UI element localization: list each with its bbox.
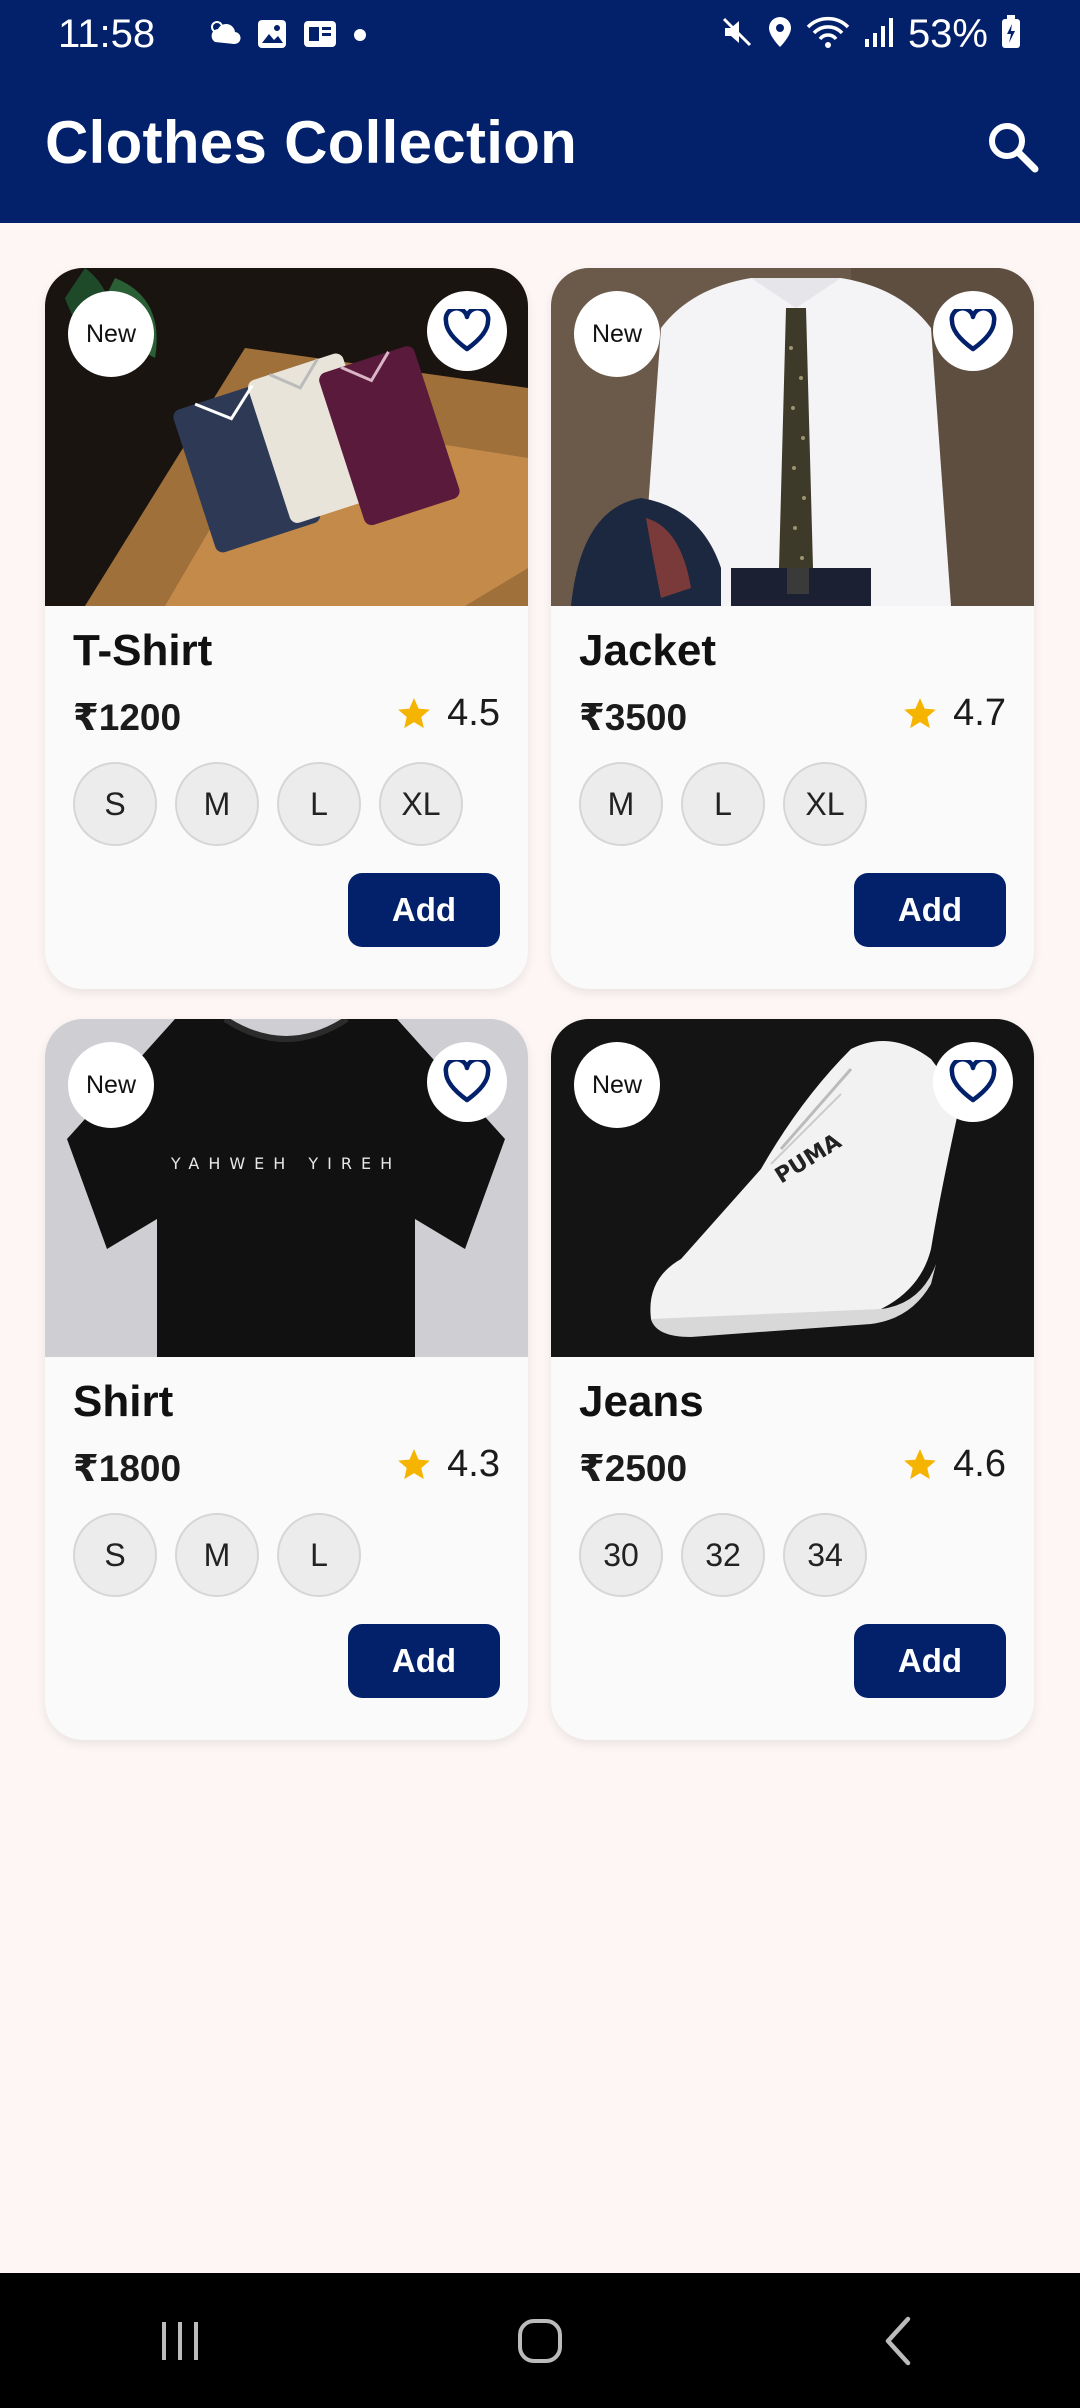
- new-badge: New: [68, 291, 154, 377]
- product-price: ₹3500: [579, 697, 688, 738]
- home-button[interactable]: [480, 2291, 600, 2391]
- search-button[interactable]: [978, 112, 1048, 182]
- favorite-button[interactable]: [933, 1042, 1013, 1122]
- size-chip[interactable]: 32: [681, 1513, 765, 1597]
- heart-icon: [949, 309, 997, 352]
- shirt-print-text: YAHWEH YIREH: [170, 1154, 401, 1173]
- product-price: ₹1800: [73, 1448, 182, 1489]
- product-name: Jeans: [579, 1377, 704, 1426]
- product-image: New: [551, 268, 1034, 606]
- product-image: New: [45, 268, 528, 606]
- wifi-icon: [806, 15, 850, 54]
- size-chip[interactable]: S: [73, 1513, 157, 1597]
- product-rating: 4.6: [901, 1443, 1006, 1486]
- rating-value: 4.7: [953, 692, 1006, 734]
- add-button[interactable]: Add: [348, 1624, 500, 1698]
- signal-icon: [862, 15, 896, 54]
- size-chip[interactable]: S: [73, 762, 157, 846]
- mute-icon: [720, 15, 754, 54]
- dot-icon: [352, 18, 368, 55]
- product-name: Shirt: [73, 1377, 174, 1426]
- size-options: M L XL: [579, 762, 867, 846]
- product-name: T-Shirt: [73, 626, 213, 675]
- product-price: ₹2500: [579, 1448, 688, 1489]
- product-name: Jacket: [579, 626, 717, 675]
- size-chip[interactable]: L: [681, 762, 765, 846]
- gallery-icon: [256, 18, 288, 55]
- product-rating: 4.7: [901, 692, 1006, 735]
- new-badge: New: [574, 291, 660, 377]
- add-button[interactable]: Add: [348, 873, 500, 947]
- new-badge: New: [68, 1042, 154, 1128]
- rating-value: 4.5: [447, 692, 500, 734]
- product-card[interactable]: New Jacket ₹3500 4.7 M L XL Add: [551, 268, 1034, 989]
- size-options: S M L: [73, 1513, 361, 1597]
- heart-icon: [443, 1060, 491, 1103]
- recents-button[interactable]: [120, 2291, 240, 2391]
- size-chip[interactable]: L: [277, 762, 361, 846]
- star-icon: [904, 697, 937, 728]
- size-chip[interactable]: M: [175, 762, 259, 846]
- star-icon: [904, 1448, 937, 1479]
- back-icon: [885, 2316, 911, 2365]
- add-button[interactable]: Add: [854, 873, 1006, 947]
- status-bar: 11:58 53%: [0, 0, 1080, 72]
- rating-value: 4.3: [447, 1443, 500, 1485]
- star-icon: [398, 1448, 431, 1479]
- product-price: ₹1200: [73, 697, 182, 738]
- size-chip[interactable]: L: [277, 1513, 361, 1597]
- size-chip[interactable]: XL: [783, 762, 867, 846]
- product-image: YAHWEH YIREH New: [45, 1019, 528, 1357]
- location-icon: [766, 15, 794, 54]
- home-icon: [518, 2318, 562, 2363]
- status-time: 11:58: [58, 12, 156, 56]
- size-options: 30 32 34: [579, 1513, 867, 1597]
- size-chip[interactable]: M: [579, 762, 663, 846]
- battery-percent: 53%: [907, 12, 988, 56]
- app-header: 11:58 53% Clothes Collection: [0, 0, 1080, 223]
- favorite-button[interactable]: [427, 1042, 507, 1122]
- weather-icon: [206, 18, 242, 55]
- new-badge: New: [574, 1042, 660, 1128]
- system-nav-bar: [0, 2273, 1080, 2408]
- add-button[interactable]: Add: [854, 1624, 1006, 1698]
- product-card[interactable]: YAHWEH YIREH New Shirt ₹1800 4.3 S M L A…: [45, 1019, 528, 1740]
- favorite-button[interactable]: [427, 291, 507, 371]
- heart-icon: [949, 1060, 997, 1103]
- product-grid: New T-Shirt ₹1200 4.5 S M L XL Add New J…: [45, 268, 1035, 1740]
- size-options: S M L XL: [73, 762, 463, 846]
- search-icon: [989, 123, 1039, 173]
- size-chip[interactable]: 30: [579, 1513, 663, 1597]
- recents-icon: [162, 2321, 198, 2360]
- page-title: Clothes Collection: [45, 109, 578, 176]
- rating-value: 4.6: [953, 1443, 1006, 1485]
- product-rating: 4.3: [395, 1443, 500, 1486]
- product-rating: 4.5: [395, 692, 500, 735]
- size-chip[interactable]: M: [175, 1513, 259, 1597]
- battery-icon: [1000, 14, 1022, 55]
- favorite-button[interactable]: [933, 291, 1013, 371]
- product-card[interactable]: New T-Shirt ₹1200 4.5 S M L XL Add: [45, 268, 528, 989]
- product-card[interactable]: PUMA New Jeans ₹2500 4.6 30 32 34 Add: [551, 1019, 1034, 1740]
- size-chip[interactable]: 34: [783, 1513, 867, 1597]
- size-chip[interactable]: XL: [379, 762, 463, 846]
- heart-icon: [443, 309, 491, 352]
- star-icon: [398, 697, 431, 728]
- back-button[interactable]: [840, 2291, 960, 2391]
- news-icon: [302, 18, 338, 55]
- product-image: PUMA New: [551, 1019, 1034, 1357]
- status-left-icons: [206, 18, 368, 55]
- status-right: 53%: [720, 12, 1022, 57]
